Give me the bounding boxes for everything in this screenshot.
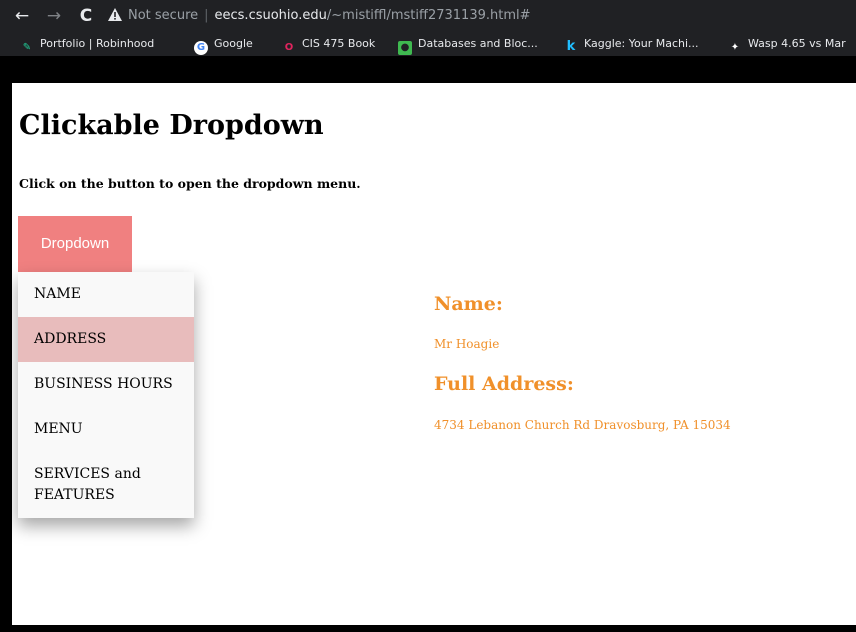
browser-toolbar: ← → C Not secure | eecs.csuohio.edu/~misti…: [0, 0, 856, 56]
url-bar[interactable]: Not secure | eecs.csuohio.edu/~mistiffl/ms…: [108, 4, 856, 28]
bookmark-label: Databases and Bloc...: [418, 37, 538, 50]
google-icon: G: [194, 41, 208, 55]
security-label[interactable]: Not secure: [128, 8, 198, 23]
menu-item-services-features[interactable]: SERVICES and FEATURES: [18, 452, 194, 518]
bookmark-wasp[interactable]: ✦ Wasp 4.65 vs Mar: [728, 32, 846, 56]
page-viewport: Clickable Dropdown Click on the button t…: [12, 83, 856, 625]
url-separator: |: [204, 8, 209, 23]
bookmark-cis475[interactable]: O CIS 475 Book: [282, 32, 376, 56]
info-panel: Name: Mr Hoagie Full Address: 4734 Leban…: [434, 293, 731, 432]
bookmark-label: Wasp 4.65 vs Mar: [748, 37, 846, 50]
dropdown-button[interactable]: Dropdown: [18, 216, 132, 272]
bookmark-label: CIS 475 Book: [302, 37, 376, 50]
page-title: Clickable Dropdown: [19, 110, 324, 141]
bookmark-label: Google: [214, 37, 253, 50]
menu-item-business-hours[interactable]: BUSINESS HOURS: [18, 362, 194, 407]
name-heading: Name:: [434, 293, 503, 315]
url-domain: eecs.csuohio.edu: [214, 8, 327, 23]
page-subtitle: Click on the button to open the dropdown…: [19, 176, 361, 191]
address-value: 4734 Lebanon Church Rd Dravosburg, PA 15…: [434, 418, 731, 432]
back-arrow-icon[interactable]: ←: [12, 6, 32, 26]
bookmarks-bar: ✎ Portfolio | Robinhood G Google O CIS 475 …: [0, 32, 856, 56]
kaggle-k-icon: k: [566, 39, 576, 54]
menu-item-menu[interactable]: MENU: [18, 407, 194, 452]
bookmark-kaggle[interactable]: k Kaggle: Your Machi...: [564, 32, 699, 56]
url-path: /~mistiffl/mstiff2731139.html#: [326, 8, 531, 23]
reload-icon[interactable]: C: [76, 6, 96, 26]
robinhood-feather-icon: ✎: [22, 42, 32, 53]
green-square-icon: ●: [398, 41, 412, 55]
wasp-icon: ✦: [730, 42, 740, 53]
dropdown-menu: NAME ADDRESS BUSINESS HOURS MENU SERVICE…: [18, 272, 194, 518]
bookmark-robinhood[interactable]: ✎ Portfolio | Robinhood: [20, 32, 154, 56]
forward-arrow-icon[interactable]: →: [44, 6, 64, 26]
bookmark-google[interactable]: G Google: [194, 32, 253, 56]
menu-item-address[interactable]: ADDRESS: [18, 317, 194, 362]
address-heading: Full Address:: [434, 373, 574, 395]
bookmark-label: Portfolio | Robinhood: [40, 37, 155, 50]
menu-item-name[interactable]: NAME: [18, 272, 194, 317]
warning-triangle-icon: [108, 8, 122, 21]
address-row: ← → C Not secure | eecs.csuohio.edu/~misti…: [0, 0, 856, 32]
opera-like-icon: O: [284, 42, 294, 53]
bookmark-label: Kaggle: Your Machi...: [584, 37, 699, 50]
bookmark-databases[interactable]: ● Databases and Bloc...: [398, 32, 538, 56]
name-value: Mr Hoagie: [434, 337, 500, 351]
